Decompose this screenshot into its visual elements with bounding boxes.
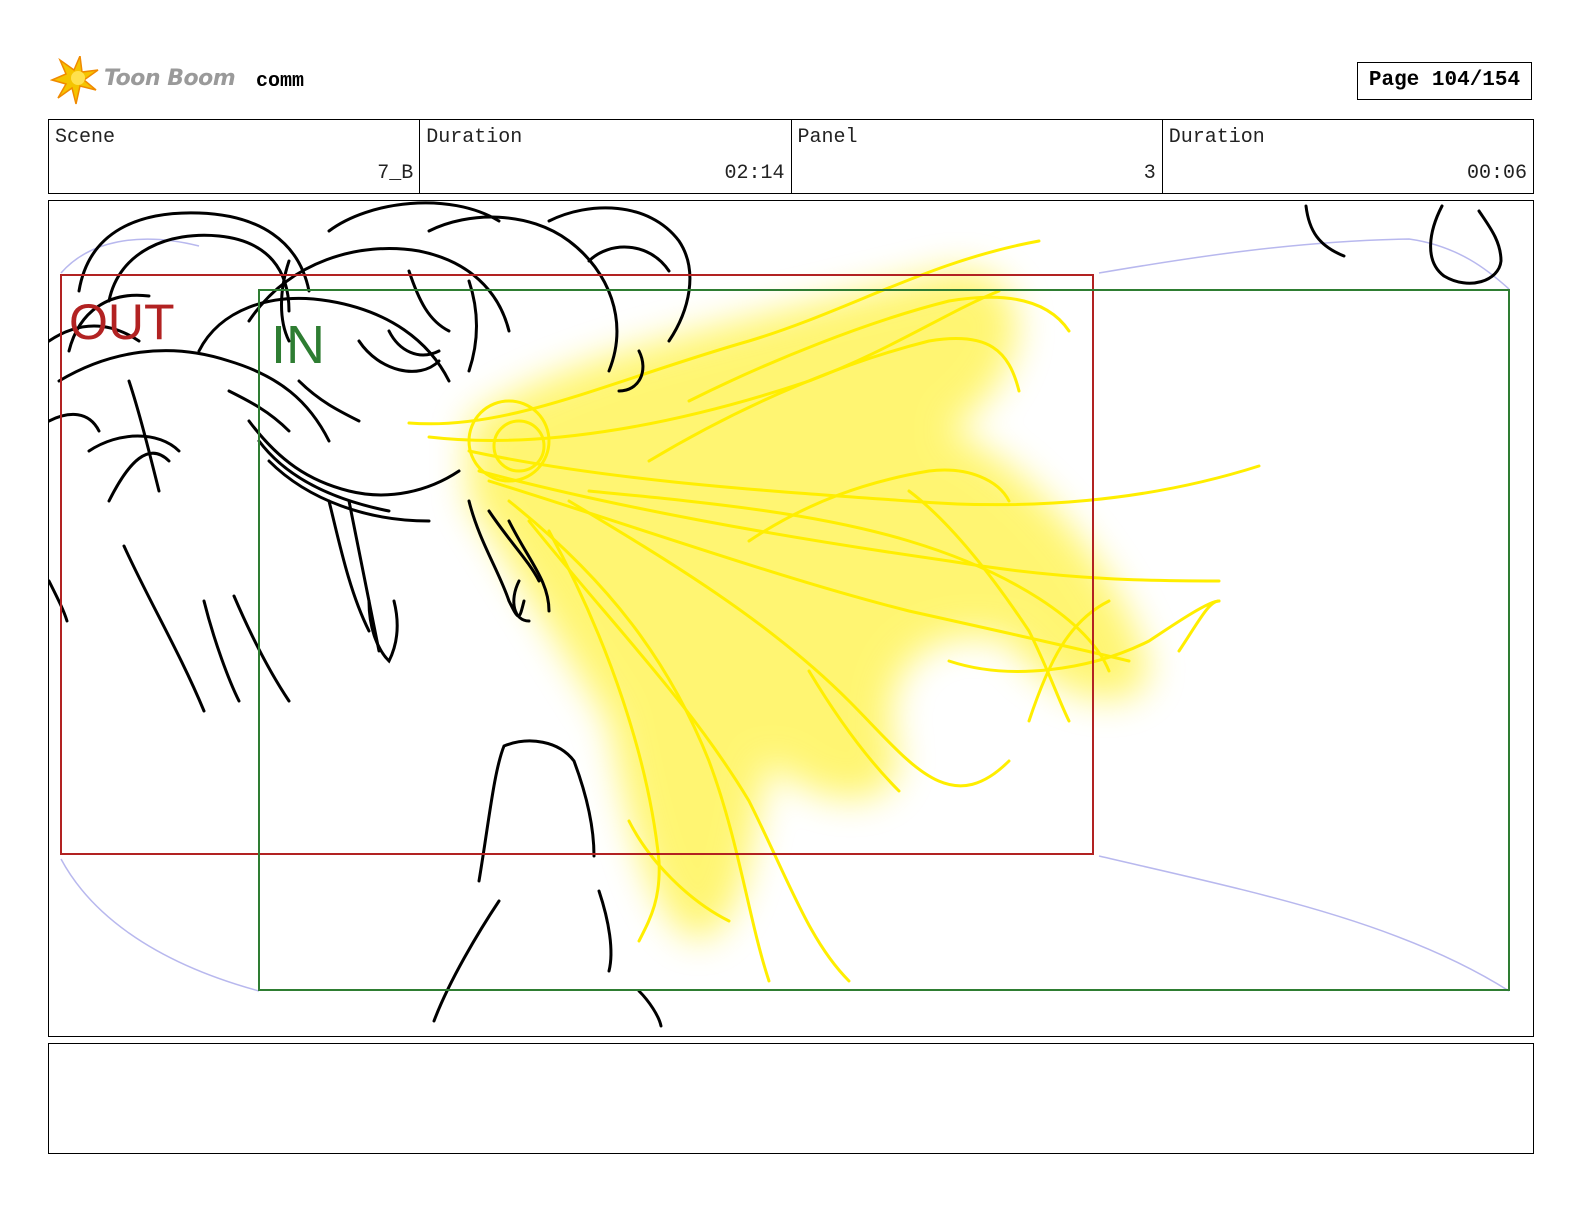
scene-cell: Scene 7_B xyxy=(49,120,421,193)
panel-info-row: Scene 7_B Duration 02:14 Panel 3 Duratio… xyxy=(48,119,1534,194)
panel-duration-value: 00:06 xyxy=(1466,162,1527,185)
panel-cell: Panel 3 xyxy=(792,120,1163,193)
scene-label: Scene xyxy=(55,126,116,149)
panel-value: 3 xyxy=(1143,162,1156,185)
toon-boom-logo: Toon Boom xyxy=(50,56,250,106)
panel-duration-label: Duration xyxy=(1168,126,1265,149)
panel-sketch: OUT IN xyxy=(49,201,1510,1028)
camera-frame-in-label: IN xyxy=(271,315,325,375)
scene-duration-value: 02:14 xyxy=(724,162,785,185)
scene-value: 7_B xyxy=(377,162,414,185)
logo-wordmark: Toon Boom xyxy=(104,66,236,91)
page-indicator: Page 104/154 xyxy=(1357,62,1532,100)
scene-duration-label: Duration xyxy=(426,126,523,149)
storyboard-panel-image: OUT IN xyxy=(48,200,1534,1037)
panel-duration-cell: Duration 00:06 xyxy=(1163,120,1533,193)
panel-notes-box[interactable] xyxy=(48,1043,1534,1154)
scene-duration-cell: Duration 02:14 xyxy=(420,120,792,193)
flame-star-icon xyxy=(50,56,99,105)
project-name: comm xyxy=(256,70,305,93)
energy-blast-glow xyxy=(469,270,1149,941)
camera-frame-out-label: OUT xyxy=(69,294,175,350)
panel-label: Panel xyxy=(797,126,858,149)
